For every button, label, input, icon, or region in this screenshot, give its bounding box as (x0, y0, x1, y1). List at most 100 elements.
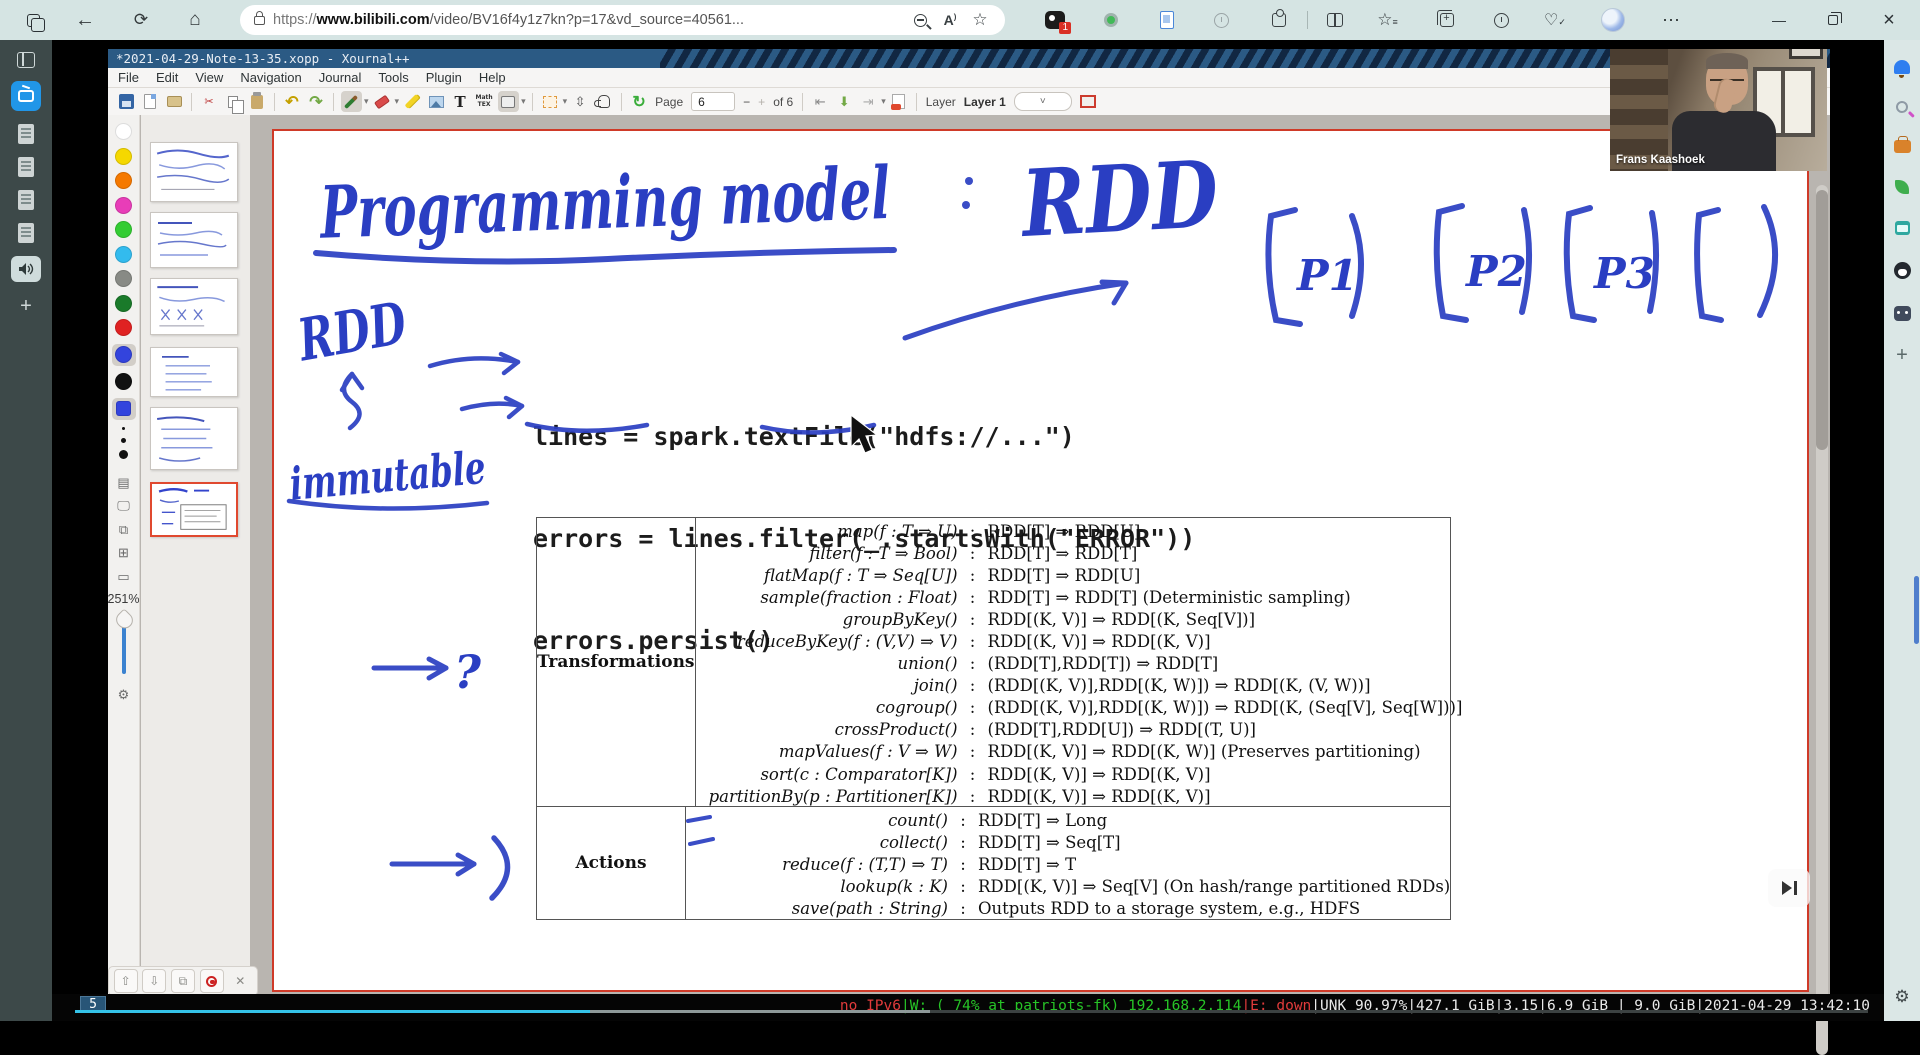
color-swatch-orange[interactable] (115, 172, 132, 189)
sidebar-add-button[interactable]: + (1896, 348, 1908, 362)
sidebar-scrollbar-thumb[interactable] (1914, 576, 1919, 644)
extensions-menu-button[interactable] (1264, 5, 1294, 35)
back-button[interactable]: ← (70, 5, 100, 35)
page-decrement-button[interactable]: − (743, 95, 750, 109)
shape-dropdown-caret[interactable]: ▾ (521, 96, 526, 107)
canvas-scrollbar-thumb[interactable] (1816, 190, 1828, 450)
presentation-icon[interactable]: 🖵 (117, 498, 130, 514)
pen-dropdown-caret[interactable]: ▾ (364, 96, 369, 107)
mini-player-button[interactable] (1768, 869, 1810, 907)
fit-width-icon[interactable]: ⊞ (118, 545, 129, 561)
save-button[interactable] (116, 91, 137, 112)
first-page-button[interactable]: ⇤ (810, 91, 831, 112)
open-button[interactable] (164, 91, 185, 112)
color-swatch-lightblue[interactable] (115, 246, 132, 263)
recording-indicator-button[interactable] (1096, 5, 1126, 35)
sidebar-settings-gear-icon[interactable]: ⚙ (1884, 987, 1920, 1007)
math-tex-button[interactable]: MathTEX (474, 91, 495, 112)
favorites-button[interactable]: ☆≡ (1372, 5, 1402, 35)
next-annotated-page-button[interactable]: ⬇ (834, 91, 855, 112)
page-increment-button[interactable]: + (758, 95, 765, 109)
tab-document-2[interactable] (18, 157, 34, 177)
menu-journal[interactable]: Journal (319, 70, 362, 85)
extension-button[interactable]: 1 (1040, 5, 1070, 35)
tab-actions-button[interactable] (18, 5, 48, 35)
page-thumbnail-3[interactable] (150, 278, 238, 335)
page-thumbnail-1[interactable] (150, 142, 238, 202)
sidebar-search-icon[interactable] (1896, 101, 1908, 113)
menu-plugin[interactable]: Plugin (426, 70, 462, 85)
page-thumbnail-4[interactable] (150, 347, 238, 397)
fullscreen-grid-button[interactable] (1077, 91, 1098, 112)
split-screen-button[interactable] (1320, 5, 1350, 35)
history-extension-button[interactable] (1206, 5, 1236, 35)
select-rect-button[interactable] (539, 91, 560, 112)
settings-gear-icon[interactable]: ⚙ (118, 687, 130, 703)
close-float-button[interactable]: ✕ (228, 969, 252, 993)
color-swatch-darkgreen[interactable] (115, 295, 132, 312)
collections-button[interactable] (1432, 5, 1462, 35)
menu-navigation[interactable]: Navigation (240, 70, 301, 85)
next-match-button[interactable]: ⇩ (142, 969, 166, 993)
delete-page-button[interactable] (888, 91, 909, 112)
restore-button[interactable] (1816, 5, 1850, 35)
menu-file[interactable]: File (118, 70, 139, 85)
color-swatch-blue-selected[interactable] (112, 344, 136, 366)
custom-color-selected[interactable] (112, 398, 136, 420)
eraser-dropdown-caret[interactable]: ▾ (395, 96, 400, 107)
video-progress-bar[interactable] (75, 1010, 1868, 1013)
notifications-bell-icon[interactable] (1894, 60, 1910, 74)
browser-essentials-button[interactable]: ♡✓ (1540, 5, 1570, 35)
menu-tools[interactable]: Tools (378, 70, 408, 85)
stroke-width-medium[interactable] (121, 438, 126, 443)
zoom-out-button[interactable] (905, 5, 935, 35)
nav-dropdown-caret[interactable]: ▾ (881, 96, 886, 107)
settings-more-button[interactable]: ⋯ (1656, 5, 1686, 35)
page-number-input[interactable]: 6 (691, 92, 735, 111)
color-swatch-black[interactable] (115, 373, 132, 390)
layer-dropdown[interactable]: ˅ (1014, 92, 1072, 111)
page-thumbnail-5[interactable] (150, 407, 238, 470)
zoom-fit-icon[interactable]: ▭ (117, 569, 129, 585)
cut-button[interactable]: ✂ (199, 91, 220, 112)
sidebar-github-icon[interactable] (1894, 262, 1911, 279)
sidebar-toggle-icon[interactable] (17, 52, 35, 68)
new-tab-button[interactable]: + (20, 295, 32, 318)
undo-button[interactable]: ↶ (282, 91, 303, 112)
refresh-button-browser[interactable]: ⟳ (126, 5, 156, 35)
paste-button[interactable] (247, 91, 268, 112)
new-page-button[interactable] (140, 91, 161, 112)
refresh-button[interactable]: ↻ (629, 91, 650, 112)
read-aloud-button[interactable]: A) (935, 5, 965, 35)
tab-bilibili-active[interactable] (11, 81, 41, 111)
record-button[interactable] (200, 969, 224, 993)
image-tool-button[interactable] (426, 91, 447, 112)
vertical-space-button[interactable]: ⇳ (570, 91, 591, 112)
favorite-this-page-button[interactable]: ☆ (965, 5, 995, 35)
menu-view[interactable]: View (195, 70, 223, 85)
menu-edit[interactable]: Edit (156, 70, 178, 85)
zoom-slider[interactable] (122, 614, 126, 674)
eraser-tool-button[interactable] (371, 91, 392, 112)
address-bar[interactable]: https://www.bilibili.com/video/BV16f4y1z… (240, 5, 1005, 35)
url-text[interactable]: https://www.bilibili.com/video/BV16f4y1z… (273, 12, 905, 28)
pen-tool-button[interactable] (341, 91, 362, 112)
copy-button[interactable] (223, 91, 244, 112)
fit-page-icon[interactable]: ⧉ (119, 522, 128, 538)
profile-button[interactable] (1598, 5, 1628, 35)
copy-match-button[interactable]: ⧉ (171, 969, 195, 993)
close-button[interactable]: × (1872, 5, 1906, 35)
color-swatch-gray[interactable] (115, 270, 132, 287)
redo-button[interactable]: ↷ (306, 91, 327, 112)
home-button[interactable]: ⌂ (180, 5, 210, 35)
sidebar-leaf-icon[interactable] (1895, 180, 1909, 194)
color-swatch-magenta[interactable] (115, 197, 132, 214)
stroke-width-thick[interactable] (119, 450, 128, 459)
text-tool-button[interactable]: T (450, 91, 471, 112)
menu-help[interactable]: Help (479, 70, 506, 85)
tab-document-4[interactable] (18, 223, 34, 243)
color-swatch-red[interactable] (115, 319, 132, 336)
tab-document-3[interactable] (18, 190, 34, 210)
last-page-button[interactable]: ⇥ (858, 91, 879, 112)
notes-extension-button[interactable] (1152, 5, 1182, 35)
